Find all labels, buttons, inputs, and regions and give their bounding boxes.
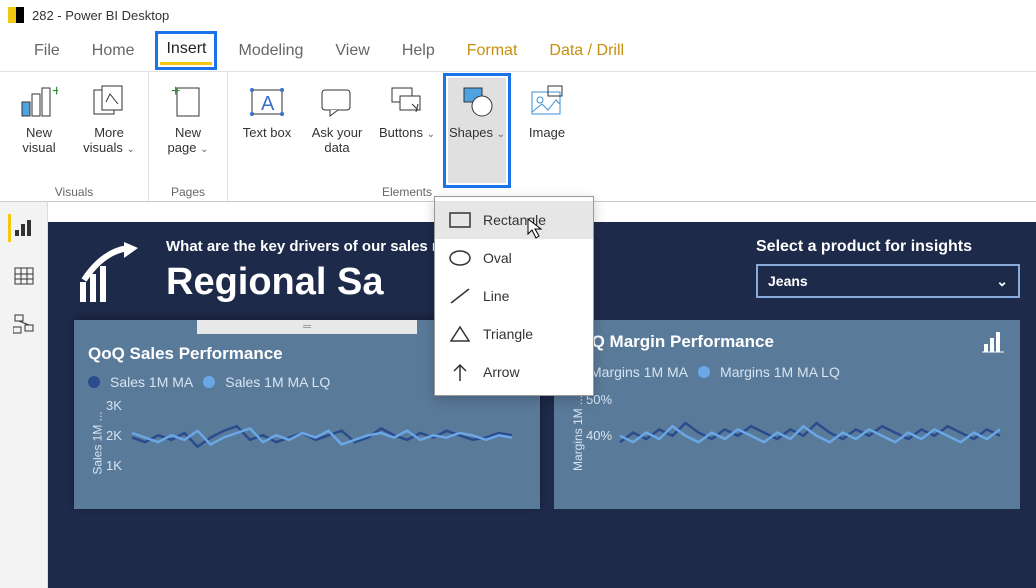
- line-label: Line: [483, 288, 509, 304]
- svg-text:2K: 2K: [106, 428, 122, 443]
- legend1: Sales 1M MA: [110, 374, 193, 390]
- shape-oval[interactable]: Oval: [435, 239, 593, 277]
- tab-view[interactable]: View: [329, 38, 375, 64]
- chart-margin[interactable]: QoQ Margin Performance Margins 1M MA Mar…: [554, 320, 1020, 509]
- tab-insert[interactable]: Insert: [160, 36, 212, 65]
- product-value: Jeans: [768, 273, 808, 289]
- oval-icon: [449, 247, 471, 269]
- triangle-label: Triangle: [483, 326, 533, 342]
- legend4: Margins 1M MA LQ: [720, 364, 840, 380]
- legend-dot-4: [698, 366, 710, 378]
- image-button[interactable]: Image: [518, 78, 576, 183]
- product-dropdown[interactable]: Jeans ⌄: [756, 264, 1020, 298]
- triangle-icon: [449, 323, 471, 345]
- speech-bubble-icon: [317, 82, 357, 122]
- tab-help[interactable]: Help: [396, 38, 441, 64]
- tab-data-drill[interactable]: Data / Drill: [543, 38, 630, 64]
- tab-format[interactable]: Format: [461, 38, 524, 64]
- shape-arrow[interactable]: Arrow: [435, 353, 593, 391]
- rectangle-icon: [449, 209, 471, 231]
- chart1-plot: 3K 2K 1K: [88, 396, 526, 496]
- chart2-plot: 50% 40%: [568, 386, 1006, 486]
- buttons-icon: [387, 82, 427, 122]
- ribbon: + New visual More visuals ⌄ Visuals + Ne…: [0, 72, 1036, 202]
- ask-your-data-label: Ask your data: [308, 126, 366, 156]
- shapes-dropdown: Rectangle Oval Line Triangle Arrow: [434, 196, 594, 396]
- svg-text:A: A: [261, 93, 275, 115]
- shapes-icon: [457, 82, 497, 122]
- svg-text:+: +: [171, 84, 180, 100]
- group-elements: A Text box Ask your data Buttons ⌄: [228, 72, 586, 201]
- visuals-group-label: Visuals: [55, 185, 93, 199]
- text-box-button[interactable]: A Text box: [238, 78, 296, 183]
- ask-your-data-button[interactable]: Ask your data: [308, 78, 366, 183]
- buttons-button[interactable]: Buttons ⌄: [378, 78, 436, 183]
- new-page-label: New page ⌄: [159, 126, 217, 156]
- arrow-label: Arrow: [483, 364, 520, 380]
- svg-text:1K: 1K: [106, 458, 122, 473]
- svg-text:40%: 40%: [586, 428, 612, 443]
- tab-home[interactable]: Home: [86, 38, 141, 64]
- shape-rectangle[interactable]: Rectangle: [435, 201, 593, 239]
- oval-label: Oval: [483, 250, 512, 266]
- drag-handle[interactable]: ═: [197, 320, 417, 334]
- shape-line[interactable]: Line: [435, 277, 593, 315]
- chart2-title: QoQ Margin Performance: [568, 332, 774, 352]
- more-visuals-button[interactable]: More visuals ⌄: [80, 78, 138, 183]
- group-pages: + New page ⌄ Pages: [149, 72, 228, 201]
- buttons-label: Buttons ⌄: [379, 126, 435, 141]
- image-icon: [527, 82, 567, 122]
- arrow-icon: [449, 361, 471, 383]
- tab-modeling[interactable]: Modeling: [232, 38, 309, 64]
- cursor-icon: [527, 218, 545, 240]
- chart2-axis: Margins 1M ...: [571, 395, 585, 471]
- group-visuals: + New visual More visuals ⌄ Visuals: [0, 72, 149, 201]
- svg-text:+: +: [52, 84, 58, 100]
- bar-chart-icon: [982, 330, 1006, 354]
- view-data[interactable]: [10, 262, 38, 290]
- more-visuals-label: More visuals ⌄: [80, 126, 138, 156]
- logo-icon: [74, 238, 146, 310]
- new-page-button[interactable]: + New page ⌄: [159, 78, 217, 183]
- new-visual-button[interactable]: + New visual: [10, 78, 68, 183]
- powerbi-icon: [8, 7, 24, 23]
- tab-file[interactable]: File: [28, 38, 66, 64]
- image-label: Image: [529, 126, 565, 141]
- select-label: Select a product for insights: [756, 238, 1020, 256]
- legend3: Margins 1M MA: [590, 364, 688, 380]
- chart1-axis: Sales 1M ...: [91, 411, 105, 474]
- text-box-label: Text box: [243, 126, 291, 141]
- new-visual-label: New visual: [10, 126, 68, 156]
- chart-icon: +: [19, 82, 59, 122]
- view-report[interactable]: [8, 214, 36, 242]
- text-box-icon: A: [247, 82, 287, 122]
- page-icon: +: [168, 82, 208, 122]
- chart1-title: QoQ Sales Performance: [88, 344, 283, 364]
- elements-group-label: Elements: [382, 185, 432, 199]
- shapes-button[interactable]: Shapes ⌄: [448, 78, 506, 183]
- left-rail: [0, 202, 48, 588]
- shape-triangle[interactable]: Triangle: [435, 315, 593, 353]
- view-model[interactable]: [10, 310, 38, 338]
- legend-dot-2: [203, 376, 215, 388]
- chevron-down-icon: ⌄: [996, 273, 1008, 290]
- more-visuals-icon: [89, 82, 129, 122]
- shapes-label: Shapes ⌄: [449, 126, 505, 141]
- svg-text:3K: 3K: [106, 398, 122, 413]
- title-bar: 282 - Power BI Desktop: [0, 0, 1036, 30]
- line-icon: [449, 285, 471, 307]
- pages-group-label: Pages: [171, 185, 205, 199]
- legend-dot-1: [88, 376, 100, 388]
- menu-bar: File Home Insert Modeling View Help Form…: [0, 30, 1036, 72]
- window-title: 282 - Power BI Desktop: [32, 8, 169, 23]
- legend2: Sales 1M MA LQ: [225, 374, 330, 390]
